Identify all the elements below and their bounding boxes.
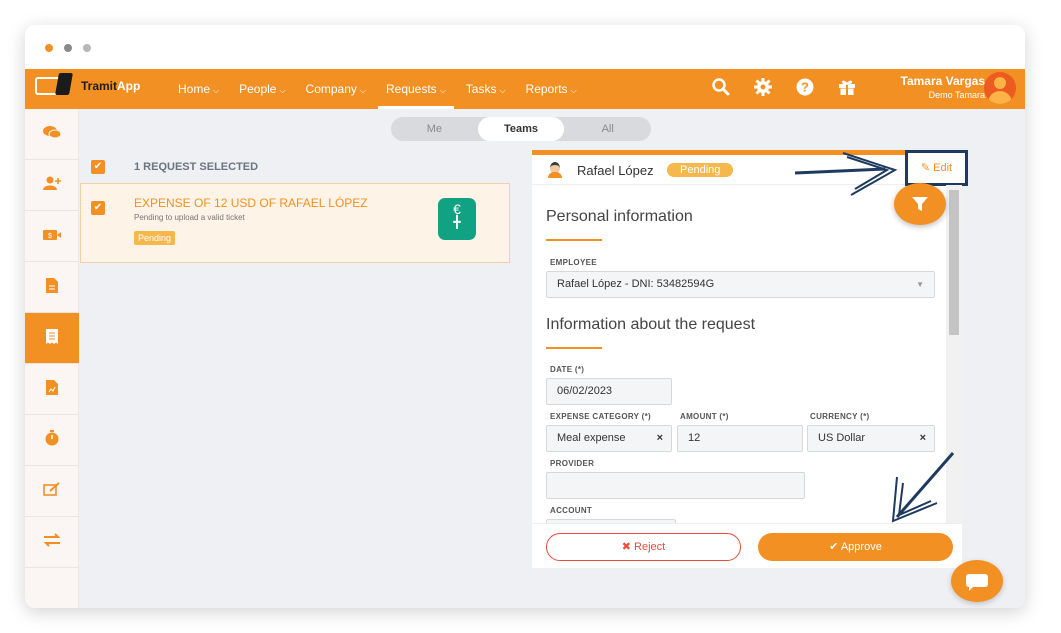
annotation-arrow-to-approve [891,452,955,523]
app-window: TramitApp Home ⌵ People ⌵ Company ⌵ Request… [25,25,1025,608]
annotation-arrows [794,152,955,523]
annotation-arrow-to-edit [794,152,898,196]
